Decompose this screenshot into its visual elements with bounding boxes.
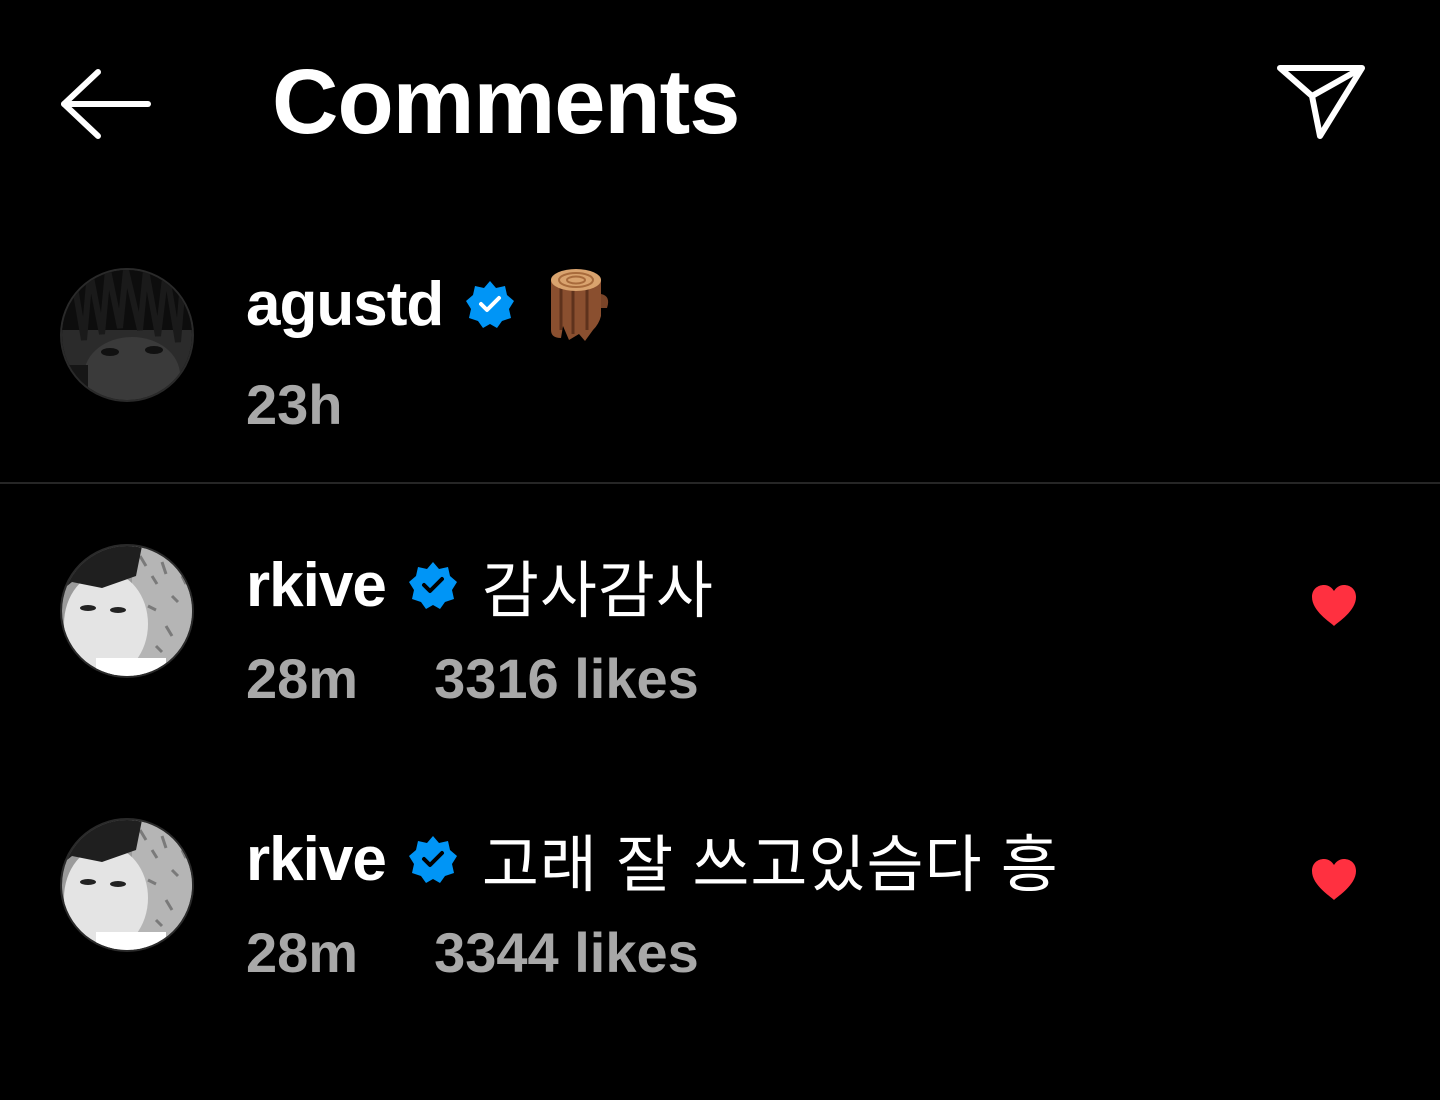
back-button[interactable] — [58, 66, 154, 142]
timestamp: 28m — [246, 647, 359, 710]
avatar-photo — [62, 546, 192, 676]
comment-meta: 28m 3344 likes — [246, 920, 699, 985]
timestamp: 28m — [246, 921, 359, 984]
page-title: Comments — [272, 51, 740, 153]
share-button[interactable] — [1272, 58, 1368, 144]
wood-log-emoji-icon — [543, 264, 611, 344]
likes-count[interactable]: 3316 likes — [434, 646, 699, 711]
comment-header: rkive 감사감사 — [246, 540, 714, 630]
avatar-photo — [62, 270, 192, 400]
likes-count[interactable]: 3344 likes — [434, 920, 699, 985]
paper-plane-icon — [1277, 65, 1365, 139]
timestamp: 23h — [246, 373, 343, 436]
comment-meta: 28m 3316 likes — [246, 646, 699, 711]
caption-meta: 23h — [246, 372, 343, 437]
avatar[interactable] — [60, 818, 194, 952]
comment-item: rkive 감사감사 28m 3316 likes — [0, 508, 1440, 748]
comment-header: rkive 고래 잘 쓰고있슴다 흥 — [246, 814, 1059, 904]
top-bar: Comments — [0, 0, 1440, 210]
post-caption: agustd 23h — [0, 230, 1440, 482]
verified-badge-icon — [408, 560, 458, 610]
username[interactable]: rkive — [246, 550, 387, 621]
like-button[interactable] — [1310, 584, 1358, 628]
avatar[interactable] — [60, 268, 194, 402]
username[interactable]: rkive — [246, 824, 387, 895]
heart-icon — [1312, 585, 1356, 626]
avatar[interactable] — [60, 544, 194, 678]
verified-badge-icon — [408, 834, 458, 884]
arrow-left-icon — [61, 69, 151, 139]
comment-item: rkive 고래 잘 쓰고있슴다 흥 28m 3344 likes — [0, 782, 1440, 1022]
avatar-photo — [62, 820, 192, 950]
divider — [0, 482, 1440, 484]
heart-icon — [1312, 859, 1356, 900]
comment-text: 고래 잘 쓰고있슴다 흥 — [481, 831, 1059, 900]
caption-header: agustd — [246, 264, 611, 344]
verified-badge-icon — [465, 279, 515, 329]
comment-text: 감사감사 — [481, 557, 714, 626]
username[interactable]: agustd — [246, 269, 444, 340]
like-button[interactable] — [1310, 858, 1358, 902]
